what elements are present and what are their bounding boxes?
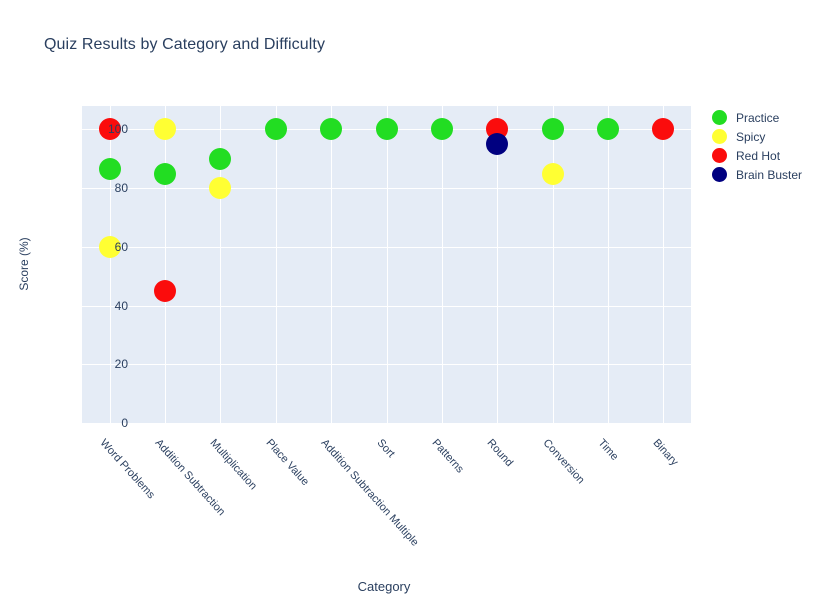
legend-item-label: Red Hot — [736, 148, 781, 163]
legend-swatch-icon — [712, 129, 727, 144]
legend-swatch-icon — [712, 110, 727, 125]
x-axis-tick-label: Binary — [650, 436, 681, 469]
y-axis-title: Score (%) — [17, 237, 31, 291]
data-point[interactable] — [430, 118, 453, 141]
x-axis-tick-label: Time — [595, 436, 621, 463]
y-axis-tick-label: 40 — [114, 298, 128, 313]
legend-item-label: Practice — [736, 110, 780, 125]
y-axis-tick-label: 60 — [114, 239, 128, 254]
x-axis-title: Category — [0, 579, 828, 594]
y-axis-tick-label: 0 — [121, 416, 128, 430]
chart-figure: Quiz Results by Category and Difficulty … — [0, 0, 828, 609]
x-axis-tick-label: Conversion — [540, 436, 587, 487]
data-point[interactable] — [98, 158, 121, 181]
x-axis-tick-label: Addition Subtraction Multiple — [318, 436, 421, 549]
data-point[interactable] — [154, 279, 177, 302]
data-point[interactable] — [154, 162, 177, 185]
chart-title: Quiz Results by Category and Difficulty — [44, 36, 326, 53]
plot-area — [82, 106, 691, 424]
x-axis-tick-label: Word Problems — [97, 436, 157, 502]
legend-item[interactable]: Spicy — [712, 127, 822, 146]
gridline-vertical — [441, 106, 443, 423]
legend-item-label: Brain Buster — [736, 167, 803, 182]
data-point[interactable] — [209, 177, 232, 200]
gridline-vertical — [607, 106, 609, 423]
data-point[interactable] — [486, 133, 509, 156]
y-axis-tick-label: 100 — [107, 122, 128, 137]
data-point[interactable] — [652, 118, 675, 141]
legend-swatch-icon — [712, 148, 727, 163]
legend-item[interactable]: Practice — [712, 108, 822, 127]
gridline-horizontal — [82, 423, 691, 424]
x-axis-tick-label: Round — [484, 436, 516, 470]
data-point[interactable] — [320, 118, 343, 141]
gridline-vertical — [109, 106, 111, 423]
legend-item[interactable]: Brain Buster — [712, 165, 822, 184]
data-point[interactable] — [209, 147, 232, 170]
chart-legend: Practice Spicy Red Hot Brain Buster — [712, 108, 822, 184]
x-axis-tick-label: Multiplication — [207, 436, 260, 493]
gridline-vertical — [331, 106, 333, 423]
gridline-vertical — [552, 106, 554, 423]
legend-item-label: Spicy — [736, 129, 766, 144]
x-axis-tick-label: Place Value — [263, 436, 311, 489]
data-point[interactable] — [264, 118, 287, 141]
legend-item[interactable]: Red Hot — [712, 146, 822, 165]
gridline-vertical — [663, 106, 665, 423]
gridline-vertical — [165, 106, 167, 423]
data-point[interactable] — [541, 118, 564, 141]
y-axis-tick-label: 20 — [114, 357, 128, 372]
data-point[interactable] — [541, 162, 564, 185]
gridline-vertical — [275, 106, 277, 423]
data-point[interactable] — [596, 118, 619, 141]
x-axis-tick-label: Sort — [374, 436, 397, 461]
x-axis-tick-label: Patterns — [429, 436, 466, 476]
data-point[interactable] — [375, 118, 398, 141]
y-axis-tick-label: 80 — [114, 181, 128, 196]
gridline-vertical — [386, 106, 388, 423]
data-point[interactable] — [154, 118, 177, 141]
legend-swatch-icon — [712, 167, 727, 182]
x-axis-title-text: Category — [357, 579, 411, 594]
